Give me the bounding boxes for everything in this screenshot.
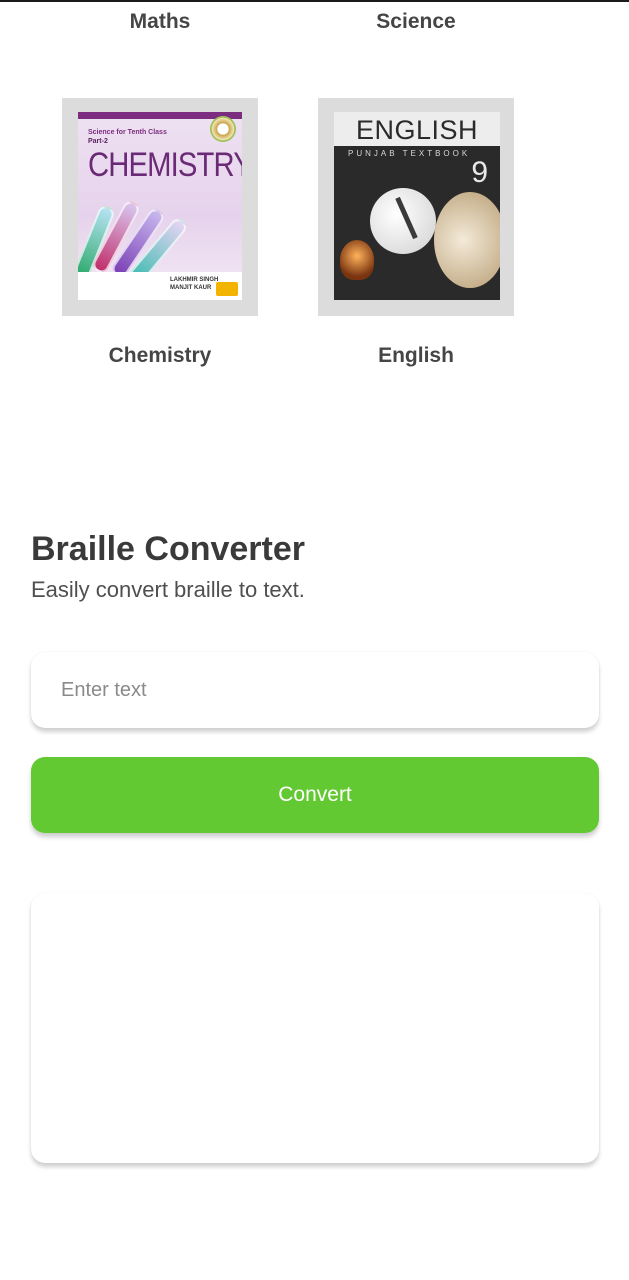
- cover-part-text: Part-2: [88, 138, 108, 145]
- text-input-card: [31, 652, 599, 728]
- output-result-card: [31, 893, 599, 1163]
- convert-button[interactable]: Convert: [31, 757, 599, 833]
- chemistry-cover-image: Science for Tenth Class Part-2 CHEMISTRY…: [78, 112, 242, 300]
- english-cover-image: ENGLISH PUNJAB TEXTBOOK 9: [334, 112, 500, 300]
- cover-seal-icon: [210, 116, 236, 142]
- writing-hand-image: [370, 188, 436, 254]
- subject-label-science[interactable]: Science: [306, 10, 526, 34]
- subject-label-chemistry[interactable]: Chemistry: [50, 344, 270, 368]
- cover-class-number: 9: [471, 156, 488, 189]
- app-screen: Maths Science Science for Tenth Class Pa…: [0, 0, 629, 1280]
- publisher-logo-icon: [216, 282, 238, 296]
- cover-subtitle-text: PUNJAB TEXTBOOK: [348, 149, 471, 158]
- braille-converter-subtitle: Easily convert braille to text.: [31, 577, 305, 602]
- book-card-english[interactable]: ENGLISH PUNJAB TEXTBOOK 9: [318, 98, 514, 316]
- cover-title-text: CHEMISTRY: [88, 146, 242, 184]
- open-book-image: [434, 192, 500, 288]
- braille-text-input[interactable]: [31, 652, 599, 728]
- top-divider: [0, 0, 629, 2]
- subject-label-maths[interactable]: Maths: [50, 10, 270, 34]
- braille-converter-title: Braille Converter: [31, 530, 305, 568]
- output-result-text: [31, 893, 599, 941]
- cover-title-text: ENGLISH: [355, 115, 479, 145]
- book-card-chemistry[interactable]: Science for Tenth Class Part-2 CHEMISTRY…: [62, 98, 258, 316]
- cover-series-text: Science for Tenth Class: [88, 129, 167, 136]
- lamp-image: [340, 240, 374, 280]
- cover-authors-text: LAKHMIR SINGH MANJIT KAUR: [170, 277, 219, 291]
- subject-label-english[interactable]: English: [306, 344, 526, 368]
